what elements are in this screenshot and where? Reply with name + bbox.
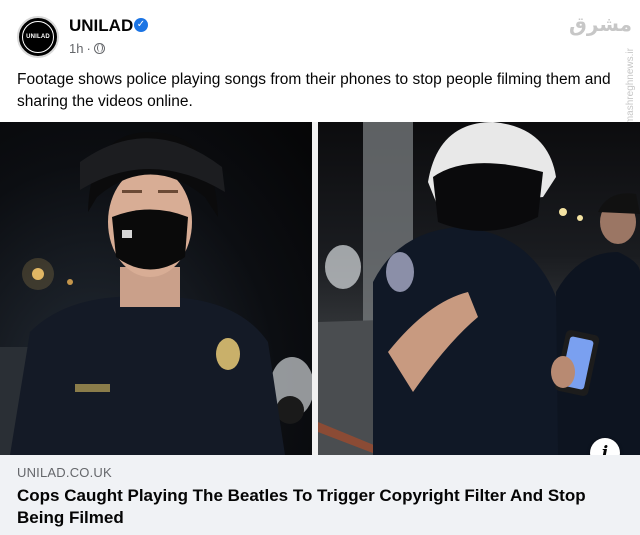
post-media[interactable] bbox=[0, 122, 640, 455]
post-time[interactable]: 1h bbox=[69, 41, 83, 56]
link-title[interactable]: Cops Caught Playing The Beatles To Trigg… bbox=[17, 485, 617, 529]
avatar-logo: UNILAD bbox=[22, 21, 54, 53]
video-frame-right bbox=[318, 122, 640, 455]
meta-separator: · bbox=[86, 41, 91, 56]
globe-icon bbox=[93, 43, 105, 54]
officer-left-illustration bbox=[0, 132, 312, 455]
verified-badge-icon: ✓ bbox=[134, 18, 148, 32]
officer-right-illustration bbox=[318, 122, 640, 455]
watermark-logo: مشرق bbox=[568, 12, 632, 36]
video-frame-left bbox=[0, 122, 312, 455]
page-name[interactable]: UNILAD bbox=[69, 16, 133, 36]
watermark-url: mashreghnews.ir bbox=[625, 48, 636, 125]
page-avatar[interactable]: UNILAD bbox=[17, 16, 59, 58]
post-meta: 1h · bbox=[69, 41, 105, 56]
link-preview[interactable]: UNILAD.CO.UK Cops Caught Playing The Bea… bbox=[0, 455, 640, 535]
link-domain: UNILAD.CO.UK bbox=[17, 465, 112, 480]
post-caption: Footage shows police playing songs from … bbox=[17, 71, 611, 110]
post-header: UNILAD UNILAD ✓ 1h · مشرق mashreghnews.i… bbox=[0, 0, 640, 124]
